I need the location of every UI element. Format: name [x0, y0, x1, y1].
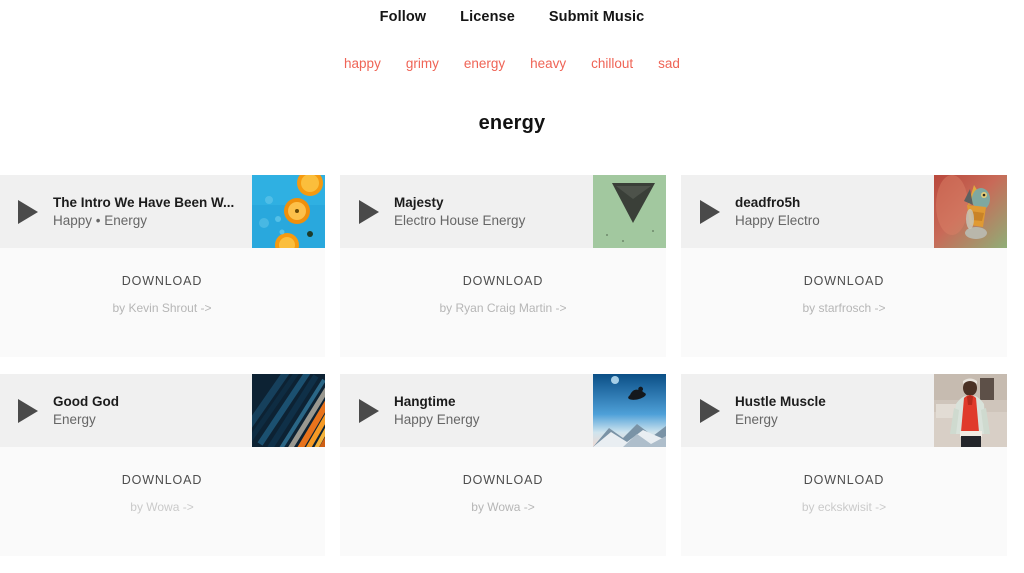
download-link[interactable]: DOWNLOAD: [804, 473, 884, 487]
artist-link[interactable]: by Kevin Shrout ->: [112, 301, 211, 315]
track-card-body: DOWNLOAD by Ryan Craig Martin ->: [340, 248, 666, 357]
download-link[interactable]: DOWNLOAD: [463, 274, 543, 288]
track-meta: The Intro We Have Been W... Happy • Ener…: [53, 194, 252, 230]
play-icon: [18, 199, 38, 224]
track-artwork: [593, 175, 666, 248]
track-card-header: Good God Energy: [0, 374, 325, 447]
track-meta: deadfro5h Happy Electro: [735, 194, 934, 230]
download-link[interactable]: DOWNLOAD: [122, 274, 202, 288]
artwork-oranges-on-blue: [252, 175, 325, 248]
artist-link[interactable]: by Wowa ->: [471, 500, 534, 514]
track-subtitle: Happy Energy: [394, 411, 480, 427]
play-icon: [359, 199, 379, 224]
track-artwork: [934, 175, 1007, 248]
artist-link[interactable]: by Wowa ->: [130, 500, 193, 514]
track-artwork: [252, 374, 325, 447]
track-card: Hustle Muscle Energy DOWNLOAD by eckskwi…: [681, 374, 1007, 556]
tag-energy[interactable]: energy: [464, 56, 505, 71]
track-title: Good God: [53, 393, 119, 409]
track-artwork: [252, 175, 325, 248]
tag-happy[interactable]: happy: [344, 56, 381, 71]
artist-link[interactable]: by Ryan Craig Martin ->: [439, 301, 566, 315]
play-button[interactable]: [340, 175, 394, 248]
track-card: Good God Energy DOWNLOAD by Wowa ->: [0, 374, 325, 556]
top-navigation: Follow License Submit Music: [0, 0, 1024, 29]
track-grid: The Intro We Have Been W... Happy • Ener…: [0, 175, 1024, 556]
play-button[interactable]: [0, 374, 53, 447]
track-meta: Majesty Electro House Energy: [394, 194, 593, 230]
play-icon: [359, 398, 379, 423]
track-subtitle: Energy: [735, 411, 778, 427]
page-title: energy: [478, 112, 546, 134]
tag-filter-row: happy grimy energy heavy chillout sad: [0, 53, 1024, 73]
track-title: The Intro We Have Been W...: [53, 194, 235, 210]
play-icon: [700, 398, 720, 423]
track-title: Hangtime: [394, 393, 456, 409]
nav-item-submit-music[interactable]: Submit Music: [549, 9, 644, 25]
artwork-green-triangle: [593, 175, 666, 248]
tag-sad[interactable]: sad: [658, 56, 680, 71]
artist-link[interactable]: by eckskwisit ->: [802, 500, 886, 514]
track-subtitle: Happy • Energy: [53, 212, 148, 228]
play-button[interactable]: [681, 374, 735, 447]
artwork-snowboarder-sky: [593, 374, 666, 447]
play-button[interactable]: [681, 175, 735, 248]
track-subtitle: Electro House Energy: [394, 212, 526, 228]
download-link[interactable]: DOWNLOAD: [463, 473, 543, 487]
track-card-header: Hangtime Happy Energy: [340, 374, 666, 447]
track-card-body: DOWNLOAD by starfrosch ->: [681, 248, 1007, 357]
track-meta: Hustle Muscle Energy: [735, 393, 934, 429]
nav-item-license[interactable]: License: [460, 9, 515, 25]
track-title: deadfro5h: [735, 194, 801, 210]
track-card: The Intro We Have Been W... Happy • Ener…: [0, 175, 325, 357]
track-card-body: DOWNLOAD by Kevin Shrout ->: [0, 248, 325, 357]
play-icon: [700, 199, 720, 224]
play-icon: [18, 398, 38, 423]
tag-chillout[interactable]: chillout: [591, 56, 633, 71]
tag-heavy[interactable]: heavy: [530, 56, 566, 71]
artwork-red-hoodie-person: [934, 374, 1007, 447]
download-link[interactable]: DOWNLOAD: [804, 274, 884, 288]
download-link[interactable]: DOWNLOAD: [122, 473, 202, 487]
nav-item-follow[interactable]: Follow: [380, 9, 427, 25]
track-card-header: Hustle Muscle Energy: [681, 374, 1007, 447]
track-title: Majesty: [394, 194, 444, 210]
track-artwork: [593, 374, 666, 447]
artwork-blue-orange-streaks: [252, 374, 325, 447]
tag-grimy[interactable]: grimy: [406, 56, 439, 71]
track-card-header: Majesty Electro House Energy: [340, 175, 666, 248]
track-subtitle: Energy: [53, 411, 96, 427]
track-card-header: The Intro We Have Been W... Happy • Ener…: [0, 175, 325, 248]
track-card-body: DOWNLOAD by Wowa ->: [0, 447, 325, 556]
track-card-header: deadfro5h Happy Electro: [681, 175, 1007, 248]
track-card: deadfro5h Happy Electro DOWNLOAD by star…: [681, 175, 1007, 357]
track-meta: Hangtime Happy Energy: [394, 393, 593, 429]
artwork-colorful-frog: [934, 175, 1007, 248]
track-card-body: DOWNLOAD by eckskwisit ->: [681, 447, 1007, 556]
track-artwork: [934, 374, 1007, 447]
track-subtitle: Happy Electro: [735, 212, 820, 228]
play-button[interactable]: [0, 175, 53, 248]
play-button[interactable]: [340, 374, 394, 447]
track-card: Hangtime Happy Energy DOWNLOAD by Wowa -…: [340, 374, 666, 556]
track-title: Hustle Muscle: [735, 393, 826, 409]
track-card-body: DOWNLOAD by Wowa ->: [340, 447, 666, 556]
track-card: Majesty Electro House Energy DOWNLOAD by…: [340, 175, 666, 357]
artist-link[interactable]: by starfrosch ->: [802, 301, 885, 315]
track-meta: Good God Energy: [53, 393, 252, 429]
